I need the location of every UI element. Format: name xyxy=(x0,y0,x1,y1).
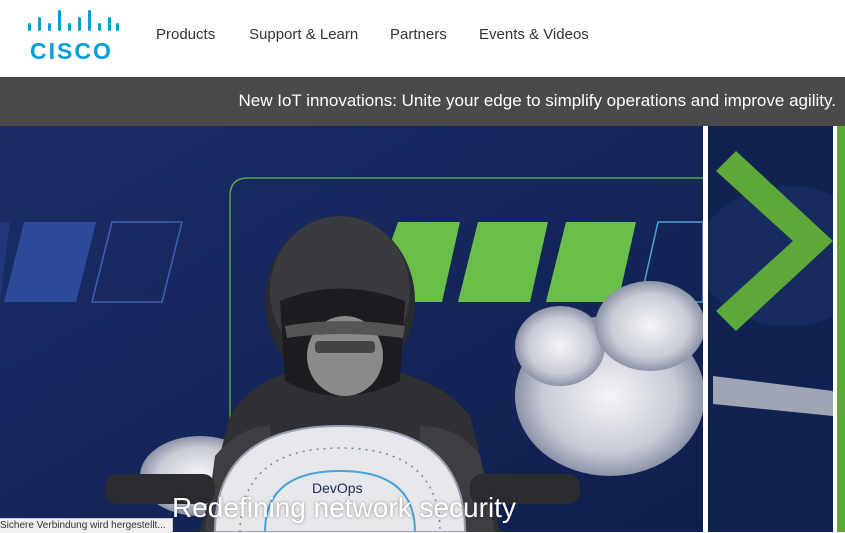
nav-products[interactable]: Products xyxy=(156,26,215,43)
nav-partners[interactable]: Partners xyxy=(390,26,447,43)
hero-slide[interactable]: DevOps Redefining network security xyxy=(0,126,703,532)
site-header: CISCO Products Support & Learn Partners … xyxy=(0,0,845,77)
cisco-logo[interactable]: CISCO xyxy=(26,10,120,64)
next-slide-preview-2[interactable] xyxy=(837,126,845,532)
announcement-link[interactable]: New IoT innovations: Unite your edge to … xyxy=(238,91,836,111)
hero-illustration xyxy=(0,126,703,532)
announcement-banner: New IoT innovations: Unite your edge to … xyxy=(0,77,845,126)
browser-status-bar: Sichere Verbindung wird hergestellt... xyxy=(0,518,173,533)
cisco-bridge-icon xyxy=(28,10,119,31)
nav-events-videos[interactable]: Events & Videos xyxy=(479,26,589,43)
nav-support-learn[interactable]: Support & Learn xyxy=(249,26,358,43)
next-slide-preview[interactable] xyxy=(708,126,833,532)
logo-wordmark: CISCO xyxy=(30,38,113,64)
hero-title[interactable]: Redefining network security xyxy=(172,492,516,524)
chevron-right-icon xyxy=(708,126,833,532)
